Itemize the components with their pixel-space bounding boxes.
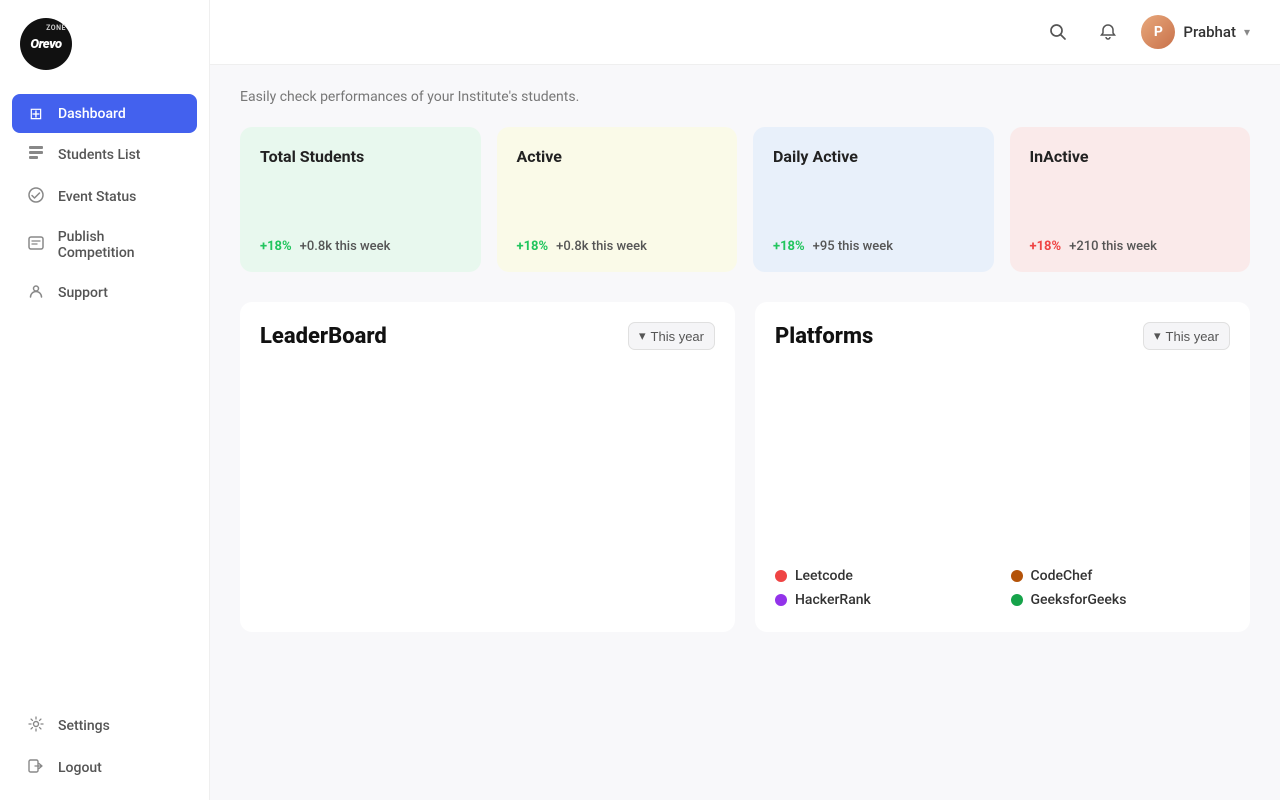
- leaderboard-section: LeaderBoard ▾ This year: [240, 302, 735, 632]
- main-content: P Prabhat ▾ Easily check performances of…: [210, 0, 1280, 800]
- avatar: P: [1141, 15, 1175, 49]
- leetcode-label: Leetcode: [795, 568, 853, 584]
- platforms-content: Leetcode CodeChef HackerRank Geeksf: [775, 366, 1230, 616]
- platforms-section: Platforms ▾ This year Leetcode: [755, 302, 1250, 632]
- username: Prabhat: [1183, 23, 1236, 41]
- stat-desc-inactive: +210 this week: [1069, 239, 1157, 254]
- event-status-icon: [26, 187, 46, 207]
- leaderboard-title: LeaderBoard: [260, 324, 387, 349]
- stat-title-inactive: InActive: [1030, 147, 1231, 166]
- legend-item-leetcode: Leetcode: [775, 568, 995, 584]
- stat-card-active: Active +18% +0.8k this week: [497, 127, 738, 272]
- sidebar-item-settings-label: Settings: [58, 718, 110, 734]
- sidebar-logo: Orevo ZONE: [0, 0, 209, 86]
- hackerrank-label: HackerRank: [795, 592, 871, 608]
- sidebar-item-logout-label: Logout: [58, 760, 102, 776]
- platforms-legend: Leetcode CodeChef HackerRank Geeksf: [775, 556, 1230, 616]
- sidebar-item-support-label: Support: [58, 285, 108, 301]
- platforms-year-select[interactable]: ▾ This year: [1143, 322, 1230, 350]
- logo-zone: ZONE: [46, 24, 66, 32]
- geeksforgeeks-label: GeeksforGeeks: [1031, 592, 1127, 608]
- search-button[interactable]: [1041, 15, 1075, 49]
- sidebar-item-students-list[interactable]: Students List: [12, 135, 197, 175]
- logo-text: Orevo: [30, 37, 61, 52]
- logout-icon: [26, 758, 46, 778]
- support-icon: [26, 283, 46, 303]
- platforms-title: Platforms: [775, 324, 873, 349]
- stat-desc-total-students: +0.8k this week: [300, 239, 391, 254]
- hackerrank-dot: [775, 594, 787, 606]
- sidebar-item-logout[interactable]: Logout: [12, 748, 197, 788]
- bottom-grid: LeaderBoard ▾ This year Platforms ▾ This…: [240, 302, 1250, 632]
- students-list-icon: [26, 145, 46, 165]
- chevron-down-icon: ▾: [1154, 328, 1161, 344]
- codechef-dot: [1011, 570, 1023, 582]
- stat-pct-total-students: +18%: [260, 239, 292, 254]
- page-subtitle: Easily check performances of your Instit…: [240, 89, 1250, 105]
- sidebar-item-dashboard[interactable]: ⊞ Dashboard: [12, 94, 197, 133]
- platforms-year-label: This year: [1166, 329, 1219, 344]
- sidebar-item-event-status[interactable]: Event Status: [12, 177, 197, 217]
- stat-desc-active: +0.8k this week: [556, 239, 647, 254]
- logo-icon: Orevo ZONE: [20, 18, 72, 70]
- dashboard-icon: ⊞: [26, 104, 46, 123]
- stats-grid: Total Students +18% +0.8k this week Acti…: [240, 127, 1250, 272]
- sidebar-bottom: Settings Logout: [0, 694, 209, 800]
- stat-title-total-students: Total Students: [260, 147, 461, 166]
- stat-pct-daily-active: +18%: [773, 239, 805, 254]
- codechef-label: CodeChef: [1031, 568, 1093, 584]
- stat-footer-active: +18% +0.8k this week: [517, 239, 718, 254]
- content-area: Easily check performances of your Instit…: [210, 65, 1280, 800]
- legend-item-hackerrank: HackerRank: [775, 592, 995, 608]
- leetcode-dot: [775, 570, 787, 582]
- header: P Prabhat ▾: [210, 0, 1280, 65]
- stat-pct-active: +18%: [517, 239, 549, 254]
- sidebar-item-event-status-label: Event Status: [58, 189, 136, 205]
- leaderboard-year-label: This year: [651, 329, 704, 344]
- stat-footer-daily-active: +18% +95 this week: [773, 239, 974, 254]
- user-info[interactable]: P Prabhat ▾: [1141, 15, 1250, 49]
- platforms-header: Platforms ▾ This year: [775, 322, 1230, 350]
- legend-item-geeksforgeeks: GeeksforGeeks: [1011, 592, 1231, 608]
- sidebar-item-publish-competition[interactable]: Publish Competition: [12, 219, 197, 271]
- stat-card-daily-active: Daily Active +18% +95 this week: [753, 127, 994, 272]
- sidebar-item-settings[interactable]: Settings: [12, 706, 197, 746]
- stat-footer-inactive: +18% +210 this week: [1030, 239, 1231, 254]
- sidebar-item-publish-competition-label: Publish Competition: [58, 229, 183, 261]
- notifications-button[interactable]: [1091, 15, 1125, 49]
- stat-card-inactive: InActive +18% +210 this week: [1010, 127, 1251, 272]
- stat-title-active: Active: [517, 147, 718, 166]
- sidebar-item-dashboard-label: Dashboard: [58, 106, 126, 122]
- stat-footer-total-students: +18% +0.8k this week: [260, 239, 461, 254]
- chevron-down-icon: ▾: [1244, 25, 1250, 39]
- sidebar-item-support[interactable]: Support: [12, 273, 197, 313]
- legend-item-codechef: CodeChef: [1011, 568, 1231, 584]
- stat-pct-inactive: +18%: [1030, 239, 1062, 254]
- geeksforgeeks-dot: [1011, 594, 1023, 606]
- leaderboard-header: LeaderBoard ▾ This year: [260, 322, 715, 350]
- chevron-down-icon: ▾: [639, 328, 646, 344]
- sidebar: Orevo ZONE ⊞ Dashboard Students List: [0, 0, 210, 800]
- sidebar-item-students-list-label: Students List: [58, 147, 140, 163]
- publish-competition-icon: [26, 235, 46, 255]
- sidebar-nav: ⊞ Dashboard Students List Event Status: [0, 86, 209, 694]
- stat-desc-daily-active: +95 this week: [813, 239, 893, 254]
- settings-icon: [26, 716, 46, 736]
- leaderboard-year-select[interactable]: ▾ This year: [628, 322, 715, 350]
- stat-card-total-students: Total Students +18% +0.8k this week: [240, 127, 481, 272]
- leaderboard-content: [260, 366, 715, 616]
- stat-title-daily-active: Daily Active: [773, 147, 974, 166]
